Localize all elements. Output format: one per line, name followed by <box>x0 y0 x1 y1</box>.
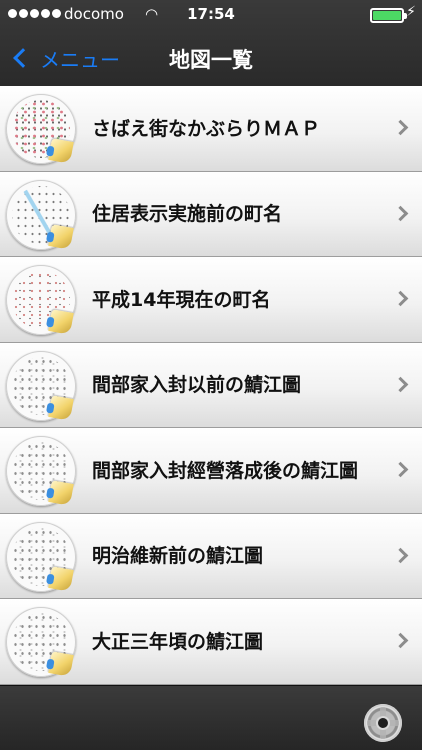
map-list-item[interactable]: 明治維新前の鯖江圖 <box>0 513 422 599</box>
map-list-item[interactable]: 間部家入封以前の鯖江圖 <box>0 342 422 428</box>
page-curl-icon <box>48 138 74 164</box>
map-list-item[interactable]: 平成14年現在の町名 <box>0 257 422 343</box>
charging-icon: ⚡ <box>406 4 416 20</box>
page-curl-icon <box>48 223 74 250</box>
chevron-right-icon <box>392 290 409 307</box>
map-list-item[interactable]: 大正三年頃の鯖江圖 <box>0 599 422 685</box>
map-title: 明治維新前の鯖江圖 <box>92 545 264 567</box>
map-list-item[interactable]: 間部家入封經營落成後の鯖江圖 <box>0 428 422 514</box>
page-curl-icon <box>48 651 74 677</box>
chevron-right-icon <box>392 376 409 392</box>
page-title: 地図一覧 <box>169 48 253 72</box>
status-bar: docomo ◠ 17:54 ⚡ <box>0 0 422 30</box>
map-list-item[interactable]: さばえ街なかぶらりＭＡＰ <box>0 86 422 172</box>
top-bar: docomo ◠ 17:54 ⚡ メニュー 地図一覧 <box>0 0 422 86</box>
chevron-right-icon <box>392 205 409 221</box>
gear-icon[interactable] <box>364 704 402 742</box>
page-curl-icon <box>48 309 74 335</box>
clock: 17:54 <box>187 5 235 23</box>
chevron-right-icon <box>392 632 409 649</box>
map-title: 平成14年現在の町名 <box>92 288 271 311</box>
map-title: 間部家入封經營落成後の鯖江圖 <box>92 459 359 482</box>
chevron-right-icon <box>392 119 409 136</box>
map-title: さばえ街なかぶらりＭＡＰ <box>92 117 321 140</box>
map-title: 大正三年頃の鯖江圖 <box>92 630 264 653</box>
navigation-bar: メニュー 地図一覧 <box>0 30 422 86</box>
bottom-toolbar <box>0 685 422 750</box>
page-curl-icon <box>48 394 74 421</box>
map-list-item[interactable]: 住居表示実施前の町名 <box>0 171 422 257</box>
chevron-right-icon <box>392 547 409 563</box>
chevron-right-icon <box>392 461 409 478</box>
page-curl-icon <box>48 480 74 506</box>
page-curl-icon <box>48 565 74 592</box>
map-title: 間部家入封以前の鯖江圖 <box>92 374 302 396</box>
map-list: さばえ街なかぶらりＭＡＰ 住居表示実施前の町名 平成14年現在の町名 間部家入封… <box>0 86 422 685</box>
battery-icon <box>370 8 407 23</box>
map-title: 住居表示実施前の町名 <box>92 203 283 225</box>
